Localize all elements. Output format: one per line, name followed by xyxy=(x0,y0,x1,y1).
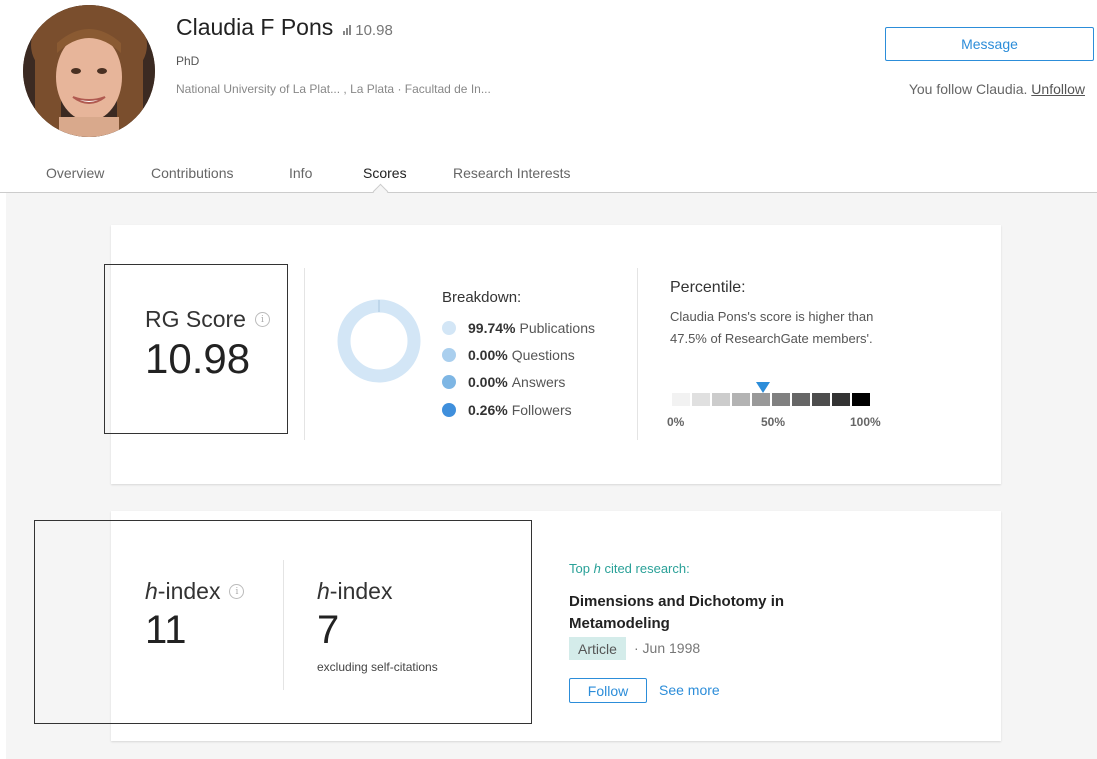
tab-overview[interactable]: Overview xyxy=(46,165,104,181)
divider xyxy=(304,268,305,440)
breakdown-label: Followers xyxy=(511,402,572,418)
breakdown-value: 0.00% xyxy=(468,374,508,390)
breakdown-item-publications: 99.74% Publications xyxy=(442,320,595,336)
publication-date: · Jun 1998 xyxy=(634,640,701,656)
percentile-scale xyxy=(672,393,870,406)
unfollow-link[interactable]: Unfollow xyxy=(1031,81,1085,97)
breakdown-label: Questions xyxy=(511,347,575,363)
message-button[interactable]: Message xyxy=(885,27,1094,61)
breakdown-value: 0.26% xyxy=(468,402,508,418)
top-cited-label: Top h cited research: xyxy=(569,561,690,576)
breakdown-item-followers: 0.26% Followers xyxy=(442,402,572,418)
breakdown-item-answers: 0.00% Answers xyxy=(442,374,565,390)
paper-title[interactable]: Dimensions and Dichotomy in Metamodeling xyxy=(569,591,869,635)
rg-score-mini-value: 10.98 xyxy=(355,22,393,39)
profile-degree: PhD xyxy=(176,54,200,68)
follow-status-text: You follow Claudia. xyxy=(908,81,1028,97)
breakdown-title: Breakdown: xyxy=(442,289,522,306)
avatar xyxy=(23,5,155,137)
profile-affiliation[interactable]: National University of La Plat... , La P… xyxy=(176,82,491,96)
breakdown-label: Publications xyxy=(519,320,595,336)
percentile-title: Percentile: xyxy=(670,279,746,296)
top-cited-suffix: cited research: xyxy=(604,561,690,576)
see-more-link[interactable]: See more xyxy=(659,682,720,698)
tab-research-interests[interactable]: Research Interests xyxy=(453,165,571,181)
percentile-label-min: 0% xyxy=(667,415,685,429)
breakdown-value: 99.74% xyxy=(468,320,516,336)
percentile-label-max: 100% xyxy=(850,415,881,429)
highlight-box-h-index xyxy=(34,520,532,724)
article-type-badge: Article xyxy=(569,637,626,660)
profile-name: Claudia F Pons xyxy=(176,14,334,40)
tab-scores[interactable]: Scores xyxy=(363,165,407,181)
divider xyxy=(637,268,638,440)
donut-publications-segment xyxy=(337,299,421,383)
legend-dot xyxy=(442,348,456,362)
tab-contributions[interactable]: Contributions xyxy=(151,165,234,181)
breakdown-donut-chart xyxy=(337,299,421,383)
legend-dot xyxy=(442,321,456,335)
rg-score-mini: 10.98 xyxy=(343,22,393,39)
follow-button[interactable]: Follow xyxy=(569,678,647,703)
tab-info[interactable]: Info xyxy=(289,165,312,181)
follow-status: You follow Claudia. Unfollow xyxy=(909,81,1085,97)
breakdown-item-questions: 0.00% Questions xyxy=(442,347,575,363)
breakdown-label: Answers xyxy=(511,374,566,390)
percentile-label-mid: 50% xyxy=(761,415,786,429)
percentile-marker xyxy=(756,382,770,393)
top-cited-h: h xyxy=(593,561,601,576)
percentile-description: Claudia Pons's score is higher than 47.5… xyxy=(670,309,874,346)
profile-tabs: Overview Contributions Info Scores Resea… xyxy=(0,157,1097,193)
breakdown-value: 0.00% xyxy=(468,347,508,363)
highlight-box-rg-score xyxy=(104,264,288,434)
legend-dot xyxy=(442,403,456,417)
legend-dot xyxy=(442,375,456,389)
bar-chart-icon xyxy=(343,25,352,35)
top-cited-prefix: Top xyxy=(569,561,590,576)
